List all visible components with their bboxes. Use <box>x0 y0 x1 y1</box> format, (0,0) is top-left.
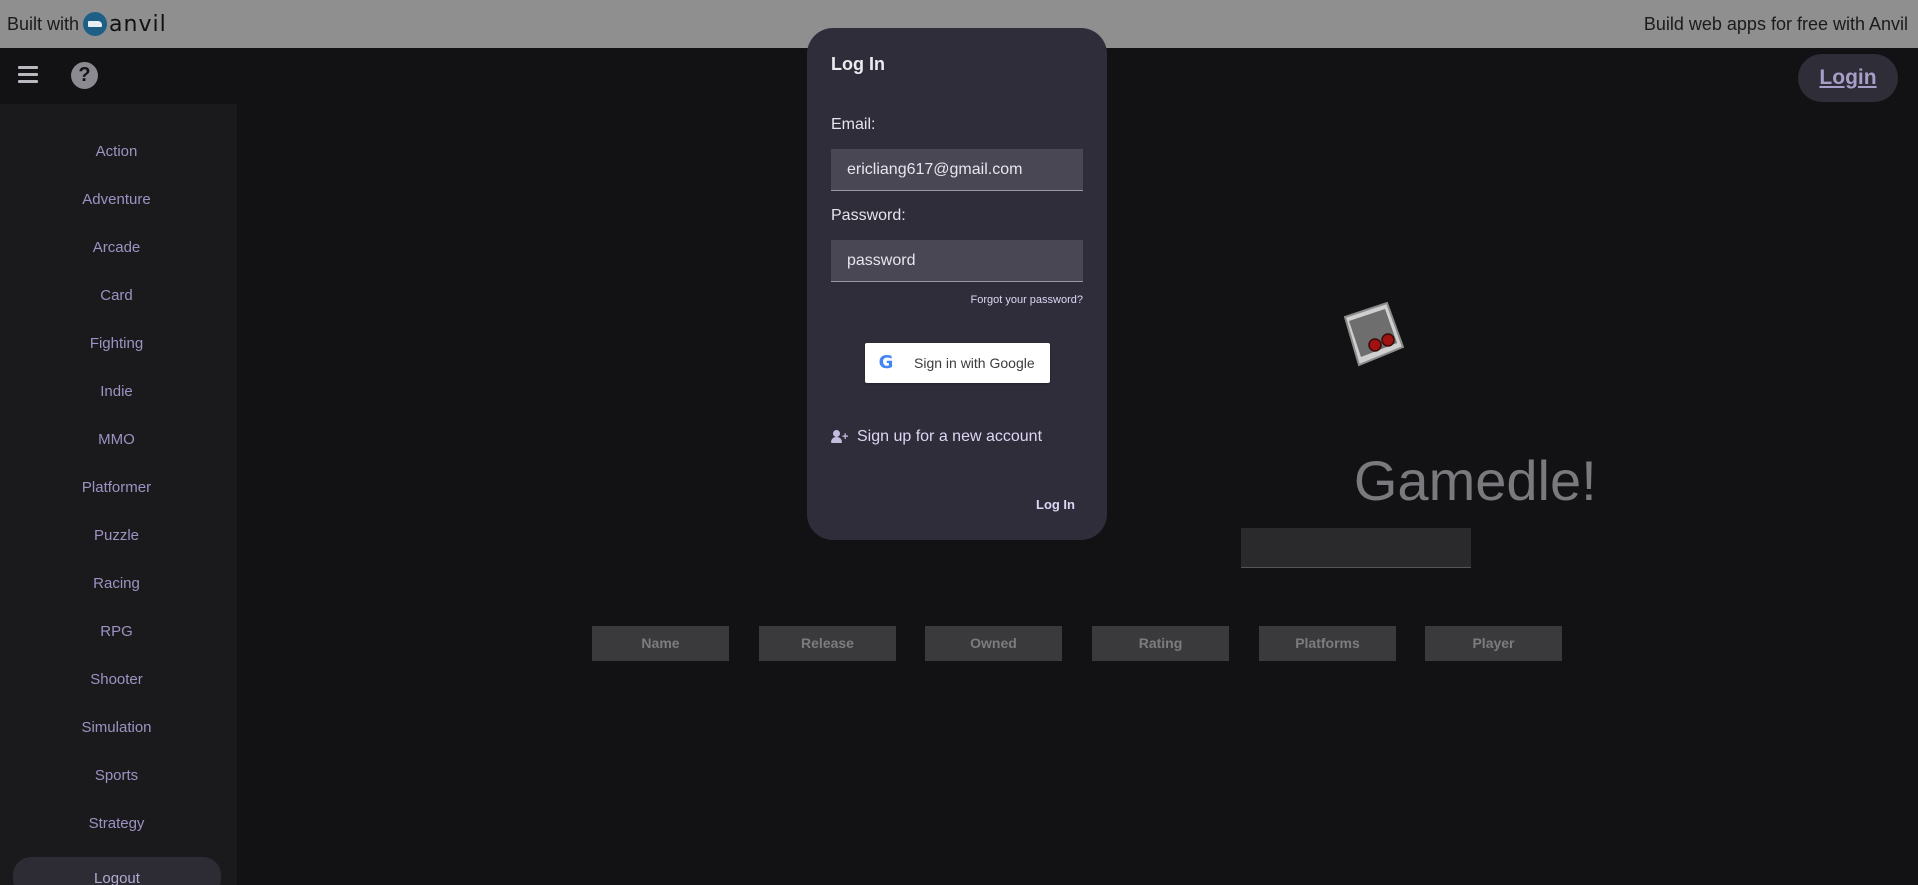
sidebar-item-indie[interactable]: Indie <box>0 383 233 400</box>
column-player-button[interactable]: Player <box>1425 626 1562 661</box>
column-rating-button[interactable]: Rating <box>1092 626 1229 661</box>
welcome-heading-end: Gamedle! <box>1353 449 1597 512</box>
sidebar-item-platformer[interactable]: Platformer <box>0 479 233 496</box>
search-input[interactable] <box>1241 528 1471 568</box>
built-with-anvil-link[interactable]: Built with anvil <box>7 12 167 37</box>
login-modal: Log In Email: Password: Forgot your pass… <box>807 28 1107 540</box>
genre-sidebar: Action Adventure Arcade Card Fighting In… <box>0 104 237 885</box>
help-icon[interactable]: ? <box>71 62 98 89</box>
logout-button[interactable]: Logout <box>13 857 221 885</box>
column-platforms-button[interactable]: Platforms <box>1259 626 1396 661</box>
signup-label: Sign up for a new account <box>857 428 1043 445</box>
game-controller-icon <box>1343 301 1405 367</box>
user-plus-icon: + <box>831 430 849 444</box>
sidebar-item-shooter[interactable]: Shooter <box>0 671 233 688</box>
forgot-password-link[interactable]: Forgot your password? <box>971 294 1084 306</box>
column-owned-button[interactable]: Owned <box>925 626 1062 661</box>
sidebar-item-strategy[interactable]: Strategy <box>0 815 233 832</box>
sidebar-item-mmo[interactable]: MMO <box>0 431 233 448</box>
email-label: Email: <box>831 116 876 133</box>
sidebar-item-adventure[interactable]: Adventure <box>0 191 233 208</box>
sidebar-item-action[interactable]: Action <box>0 143 233 160</box>
modal-title: Log In <box>831 54 885 74</box>
modal-login-button[interactable]: Log In <box>1036 497 1075 512</box>
sidebar-item-simulation[interactable]: Simulation <box>0 719 233 736</box>
column-name-button[interactable]: Name <box>592 626 729 661</box>
hamburger-menu-icon[interactable] <box>18 66 38 84</box>
google-sign-in-label: Sign in with Google <box>914 355 1035 371</box>
sidebar-item-fighting[interactable]: Fighting <box>0 335 233 352</box>
anvil-wordmark: anvil <box>109 11 167 37</box>
sidebar-item-racing[interactable]: Racing <box>0 575 233 592</box>
sidebar-item-arcade[interactable]: Arcade <box>0 239 233 256</box>
sidebar-item-sports[interactable]: Sports <box>0 767 233 784</box>
sidebar-item-card[interactable]: Card <box>0 287 233 304</box>
anvil-logo: anvil <box>83 12 167 37</box>
google-logo-icon: G <box>878 352 894 373</box>
build-free-link[interactable]: Build web apps for free with Anvil <box>1644 14 1908 35</box>
sidebar-item-puzzle[interactable]: Puzzle <box>0 527 233 544</box>
header-login-button[interactable]: Login <box>1798 54 1898 102</box>
signup-link[interactable]: + Sign up for a new account <box>831 428 1042 446</box>
password-field[interactable] <box>831 240 1083 282</box>
email-field[interactable] <box>831 149 1083 191</box>
sidebar-item-rpg[interactable]: RPG <box>0 623 233 640</box>
built-with-label: Built with <box>7 13 80 34</box>
welcome-heading: WGamedle! <box>1037 448 1597 513</box>
password-label: Password: <box>831 207 906 224</box>
column-release-button[interactable]: Release <box>759 626 896 661</box>
google-sign-in-button[interactable]: G Sign in with Google <box>865 343 1050 383</box>
anvil-logo-icon <box>83 12 108 36</box>
